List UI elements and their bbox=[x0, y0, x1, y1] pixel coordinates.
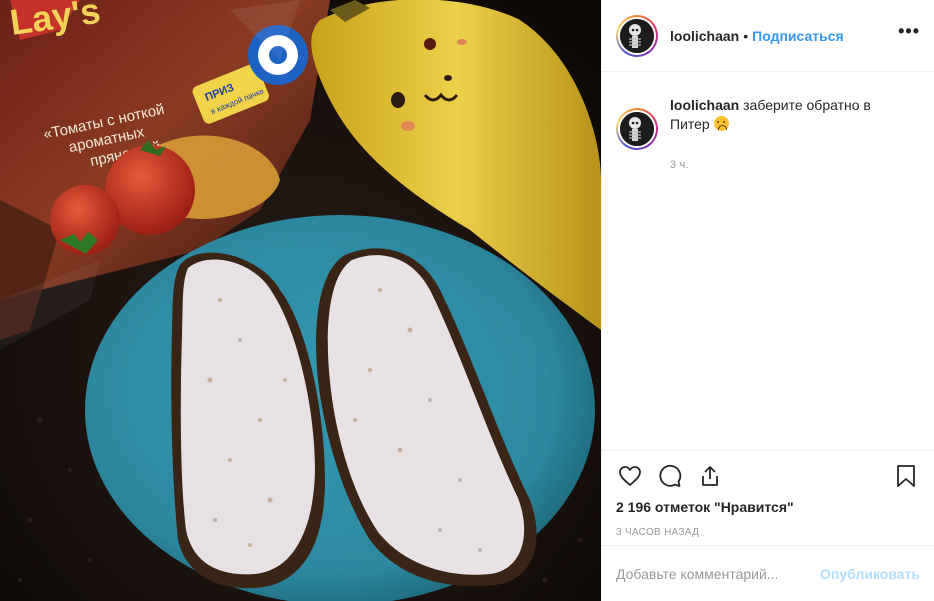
comment-input[interactable] bbox=[616, 565, 821, 582]
share-icon[interactable] bbox=[696, 462, 724, 490]
caption-username[interactable]: loolichaan bbox=[670, 97, 739, 113]
post-sidebar: loolichaan • Подписаться ••• loolichaan bbox=[601, 0, 934, 601]
skeleton-avatar-icon bbox=[620, 112, 654, 146]
post-timestamp[interactable]: 3 часов назад bbox=[616, 527, 920, 538]
caption-time[interactable]: 3 ч. bbox=[670, 156, 910, 175]
skeleton-avatar-icon bbox=[620, 18, 654, 53]
likes-count[interactable]: 2 196 отметок "Нравится" bbox=[616, 499, 920, 515]
post-header: loolichaan • Подписаться ••• bbox=[602, 0, 934, 72]
comment-icon[interactable] bbox=[656, 462, 684, 490]
heart-icon[interactable] bbox=[616, 462, 644, 490]
action-icons bbox=[616, 451, 920, 501]
author-username[interactable]: loolichaan bbox=[670, 28, 739, 44]
post-photo[interactable]: Lay's «Томаты с ноткой ароматных пряност… bbox=[0, 0, 601, 601]
sad-face-emoji-icon bbox=[713, 116, 729, 131]
bookmark-icon[interactable] bbox=[892, 462, 920, 490]
add-comment-bar: Опубликовать bbox=[602, 545, 934, 601]
more-options-icon[interactable]: ••• bbox=[898, 21, 920, 50]
follow-button[interactable]: Подписаться bbox=[752, 28, 844, 44]
photo-illustration: Lay's «Томаты с ноткой ароматных пряност… bbox=[0, 0, 601, 601]
separator-dot: • bbox=[743, 27, 749, 44]
comments-section: loolichaan заберите обратно в Питер 3 ч. bbox=[602, 72, 934, 450]
publish-button[interactable]: Опубликовать bbox=[820, 566, 920, 582]
author-avatar[interactable] bbox=[616, 14, 658, 57]
caption-body: loolichaan заберите обратно в Питер 3 ч. bbox=[670, 96, 910, 175]
post-actions: 2 196 отметок "Нравится" 3 часов назад bbox=[602, 450, 934, 538]
caption-comment: loolichaan заберите обратно в Питер 3 ч. bbox=[616, 96, 920, 175]
caption-author-avatar[interactable] bbox=[616, 108, 658, 150]
